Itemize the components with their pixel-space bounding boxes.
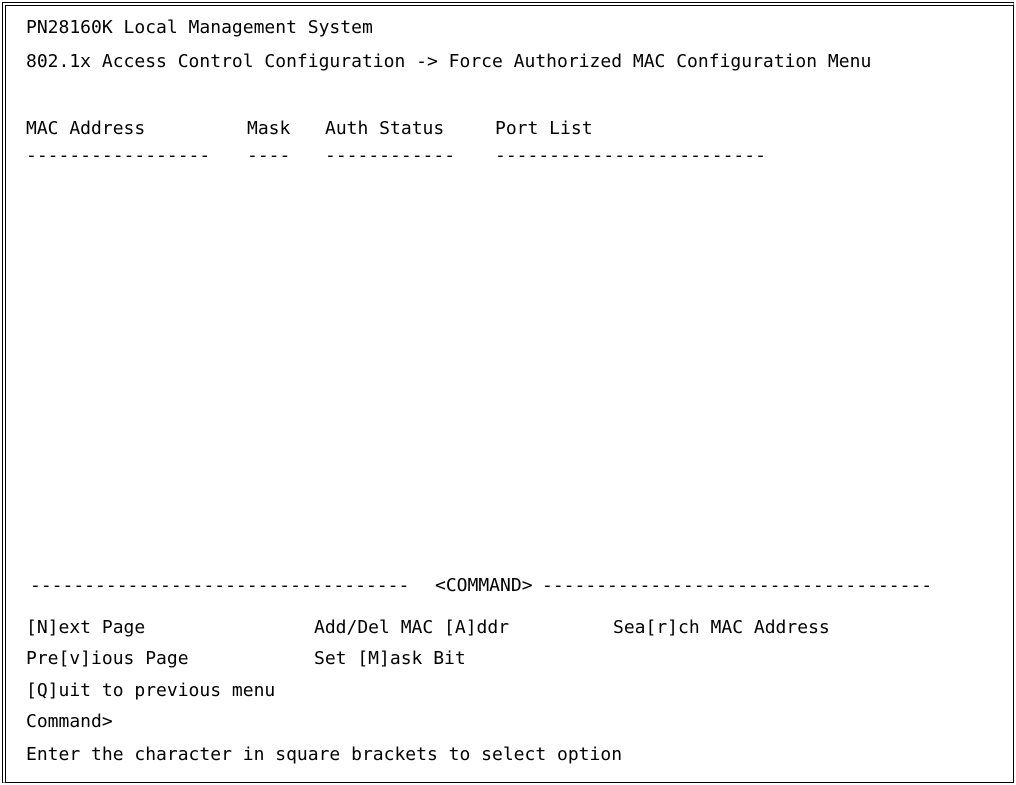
command-rule-left: ----------------------------------- [30, 575, 410, 596]
column-header-auth-status: Auth Status [325, 118, 445, 139]
command-input[interactable] [116, 711, 136, 733]
command-prompt-label: Command> [26, 711, 113, 732]
column-underline-mac-address: ----------------- [26, 145, 211, 166]
column-header-mask: Mask [247, 118, 291, 139]
help-text: Enter the character in square brackets t… [26, 744, 623, 765]
previous-page-command[interactable]: Pre[v]ious Page [26, 648, 189, 670]
quit-command[interactable]: [Q]uit to previous menu [26, 680, 275, 702]
column-header-port-list: Port List [495, 118, 593, 139]
next-page-command[interactable]: [N]ext Page [26, 617, 145, 639]
menu-path: 802.1x Access Control Configuration -> F… [26, 51, 872, 72]
search-mac-command[interactable]: Sea[r]ch MAC Address [613, 617, 830, 639]
column-header-mac-address: MAC Address [26, 118, 146, 139]
terminal-window: PN28160K Local Management System 802.1x … [2, 2, 1014, 783]
system-title: PN28160K Local Management System [26, 17, 373, 38]
column-underline-auth-status: ------------ [325, 145, 456, 166]
table-body [26, 176, 986, 566]
column-underline-mask: ---- [247, 145, 291, 166]
command-section-label: <COMMAND> [435, 575, 533, 596]
set-mask-command[interactable]: Set [M]ask Bit [314, 648, 466, 670]
add-del-mac-command[interactable]: Add/Del MAC [A]ddr [314, 617, 509, 639]
column-underline-port-list: ------------------------- [495, 145, 766, 166]
command-rule-right: ------------------------------------ [542, 575, 933, 596]
